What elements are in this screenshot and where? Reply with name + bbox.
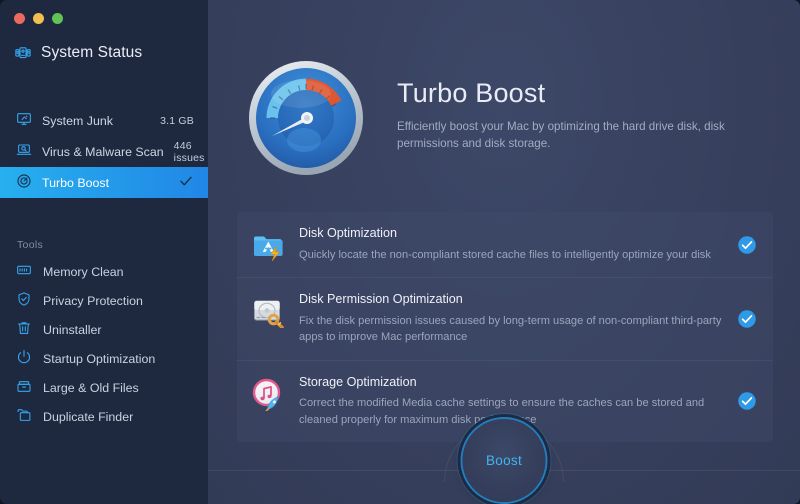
option-title: Disk Optimization [299, 226, 725, 242]
brand[interactable]: System Status [14, 44, 142, 62]
page-subtitle: Efficiently boost your Mac by optimizing… [397, 118, 745, 153]
option-title: Disk Permission Optimization [299, 292, 725, 308]
sidebar-item-virus-malware-scan[interactable]: Virus & Malware Scan 446 issues [0, 136, 208, 167]
speedometer-gauge-icon [246, 58, 366, 178]
sidebar-item-label: Uninstaller [43, 323, 102, 337]
minimize-button[interactable] [33, 13, 44, 24]
hard-drive-key-icon [251, 294, 285, 328]
sidebar-item-duplicate-finder[interactable]: Duplicate Finder [0, 402, 208, 431]
check-circle-icon[interactable] [737, 235, 757, 255]
optimization-options-card: Disk Optimization Quickly locate the non… [237, 212, 773, 442]
check-icon [178, 173, 194, 192]
hero-section: Turbo Boost Efficiently boost your Mac b… [246, 58, 745, 178]
sidebar-item-label: Startup Optimization [43, 352, 155, 366]
option-title: Storage Optimization [299, 375, 725, 391]
boost-button[interactable]: Boost [463, 419, 546, 502]
sidebar-item-label: Turbo Boost [42, 176, 168, 190]
sidebar-item-label: Memory Clean [43, 265, 124, 279]
option-description: Quickly locate the non-compliant stored … [299, 247, 725, 263]
brand-label: System Status [41, 44, 142, 62]
sidebar-item-uninstaller[interactable]: Uninstaller [0, 315, 208, 344]
option-text: Disk Optimization Quickly locate the non… [299, 226, 737, 263]
boost-button-label: Boost [486, 453, 522, 468]
sidebar-item-label: System Junk [42, 114, 150, 128]
sidebar-item-value: 446 issues [174, 140, 205, 164]
sidebar-item-value: 3.1 GB [160, 115, 194, 127]
sidebar: System Status System Junk 3.1 GB [0, 0, 208, 504]
option-row-disk-permission-optimization[interactable]: Disk Permission Optimization Fix the dis… [237, 277, 773, 360]
shield-check-icon [16, 291, 32, 310]
tools-section-title: Tools [17, 239, 208, 251]
app-window: System Status System Junk 3.1 GB [0, 0, 800, 504]
zoom-button[interactable] [52, 13, 63, 24]
sidebar-nav: System Junk 3.1 GB Virus & Malware Scan … [0, 105, 208, 198]
sidebar-tools-section: Tools Memory Clean Privacy Pr [0, 215, 208, 431]
sidebar-item-label: Large & Old Files [43, 381, 139, 395]
sidebar-item-large-old-files[interactable]: Large & Old Files [0, 373, 208, 402]
app-folder-bolt-icon [251, 228, 285, 262]
turbo-boost-icon [16, 173, 32, 192]
window-controls [14, 13, 63, 24]
archive-box-icon [16, 378, 32, 397]
power-icon [16, 349, 32, 368]
sidebar-item-system-junk[interactable]: System Junk 3.1 GB [0, 105, 208, 136]
duplicate-files-icon [16, 407, 32, 426]
main-panel: Turbo Boost Efficiently boost your Mac b… [208, 0, 800, 504]
hero-text: Turbo Boost Efficiently boost your Mac b… [397, 58, 745, 152]
sidebar-item-label: Privacy Protection [43, 294, 143, 308]
system-status-icon [14, 44, 32, 62]
sidebar-item-turbo-boost[interactable]: Turbo Boost [0, 167, 208, 198]
option-text: Storage Optimization Correct the modifie… [299, 375, 737, 429]
sidebar-item-privacy-protection[interactable]: Privacy Protection [0, 286, 208, 315]
check-circle-icon[interactable] [737, 309, 757, 329]
sidebar-item-memory-clean[interactable]: Memory Clean [0, 257, 208, 286]
sidebar-item-startup-optimization[interactable]: Startup Optimization [0, 344, 208, 373]
sidebar-item-label: Duplicate Finder [43, 410, 133, 424]
option-description: Fix the disk permission issues caused by… [299, 313, 725, 346]
trash-icon [16, 320, 32, 339]
virus-scan-icon [16, 142, 32, 161]
sidebar-item-label: Virus & Malware Scan [42, 145, 164, 159]
close-button[interactable] [14, 13, 25, 24]
system-junk-icon [16, 111, 32, 130]
itunes-rocket-icon [251, 377, 285, 411]
memory-clean-icon [16, 262, 32, 281]
option-text: Disk Permission Optimization Fix the dis… [299, 292, 737, 346]
check-circle-icon[interactable] [737, 391, 757, 411]
option-row-disk-optimization[interactable]: Disk Optimization Quickly locate the non… [237, 212, 773, 277]
page-title: Turbo Boost [397, 79, 745, 109]
